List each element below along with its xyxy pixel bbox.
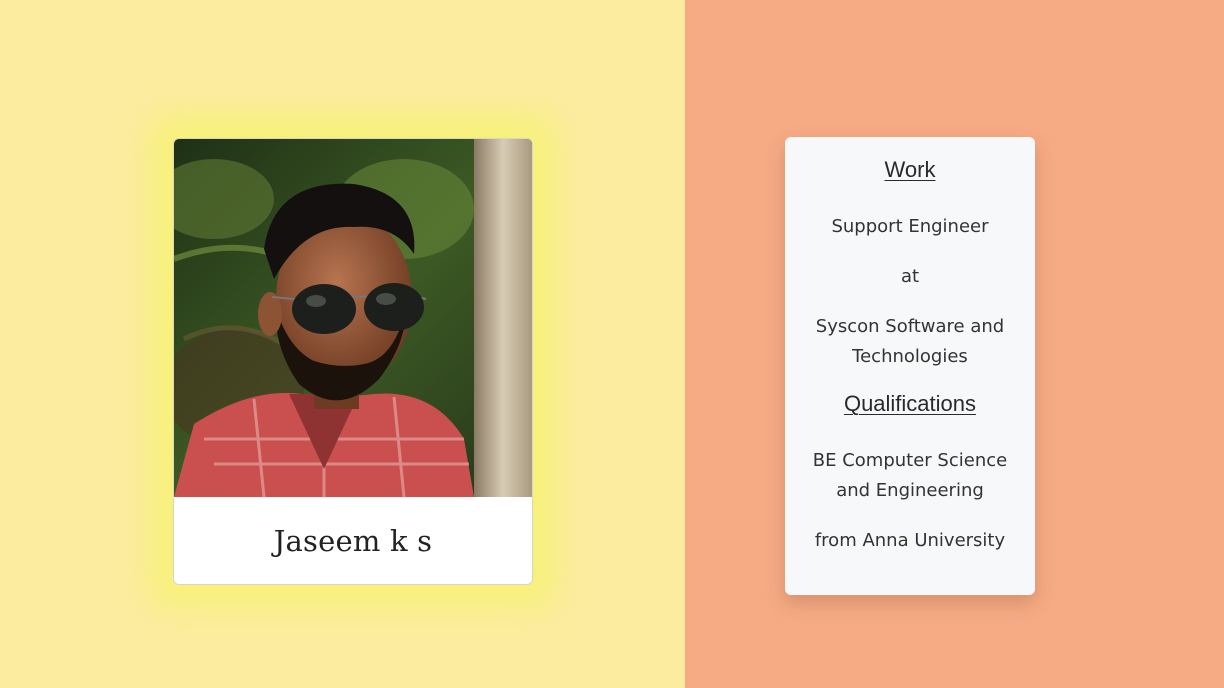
- company-name: Syscon Software and Technologies: [815, 316, 1005, 367]
- profile-photo: [174, 139, 532, 497]
- job-title: Support Engineer: [831, 216, 989, 237]
- qualifications-heading: Qualifications: [843, 391, 977, 416]
- degree: BE Computer Science and Engineering: [812, 450, 1008, 501]
- work-heading: Work: [884, 157, 936, 182]
- info-card: Work Support Engineer at Syscon Software…: [785, 137, 1035, 595]
- profile-name: Jaseem k s: [273, 523, 433, 558]
- work-connector: at: [900, 266, 920, 287]
- profile-card: Jaseem k s: [173, 138, 533, 585]
- institution: from Anna University: [814, 530, 1006, 551]
